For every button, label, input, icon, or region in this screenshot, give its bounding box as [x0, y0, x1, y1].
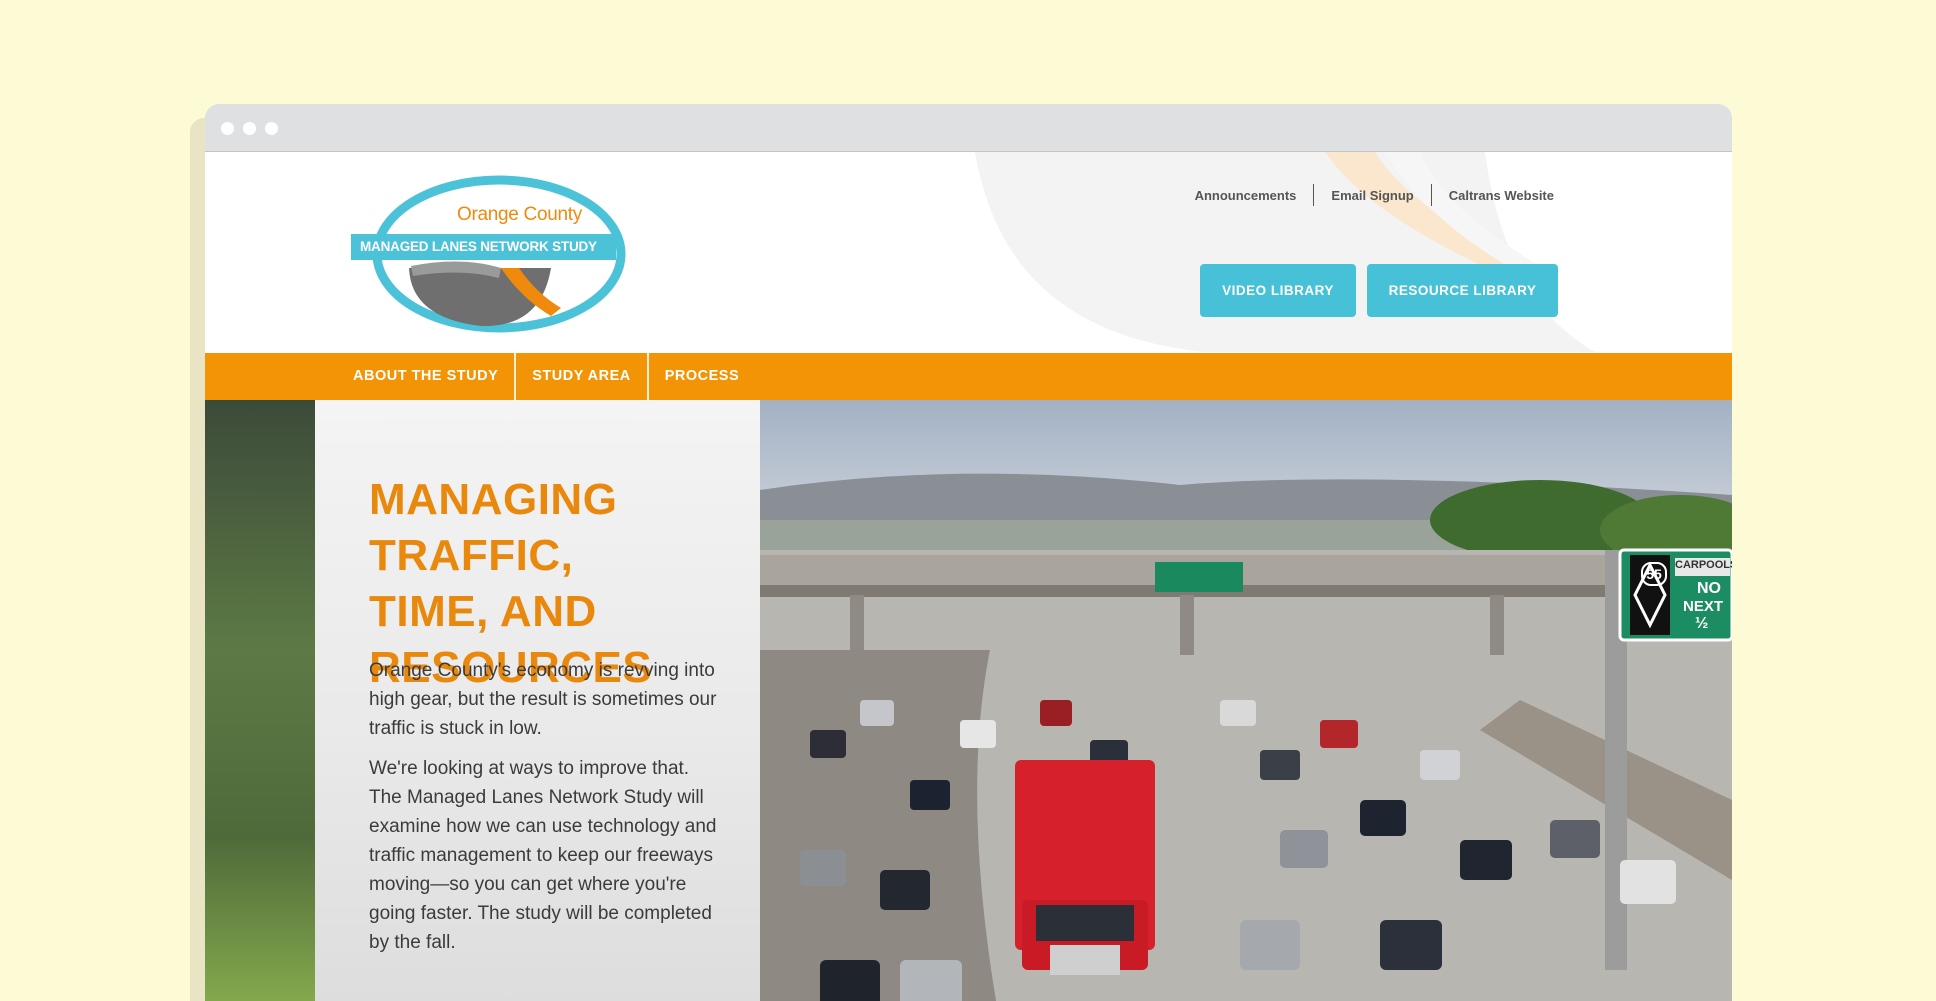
site-header: Orange County MANAGED LANES NETWORK STUD…: [205, 152, 1732, 352]
video-library-button[interactable]: VIDEO LIBRARY: [1200, 264, 1356, 317]
window-dot-icon[interactable]: [265, 122, 278, 135]
carpools-sign-label: CARPOOLS: [1675, 559, 1732, 571]
site-logo[interactable]: Orange County MANAGED LANES NETWORK STUD…: [351, 168, 626, 333]
caltrans-website-link[interactable]: Caltrans Website: [1432, 188, 1554, 203]
window-dot-icon[interactable]: [221, 122, 234, 135]
nav-divider: [514, 353, 517, 400]
browser-window: Orange County MANAGED LANES NETWORK STUD…: [205, 104, 1732, 1001]
logo-title: Orange County: [457, 204, 582, 225]
hero-section: MANAGING TRAFFIC, TIME, AND RESOURCES Or…: [205, 400, 1732, 1001]
main-nav: ABOUT THE STUDY STUDY AREA PROCESS: [205, 353, 1732, 400]
logo-subtitle-band: MANAGED LANES NETWORK STUDY: [351, 234, 616, 260]
nav-process[interactable]: PROCESS: [649, 353, 755, 400]
window-dot-icon[interactable]: [243, 122, 256, 135]
route-shield: 55: [1641, 562, 1667, 586]
hero-paragraph-intro: Orange County's economy is revving into …: [369, 660, 717, 739]
freeway-traffic-photo: [760, 400, 1732, 1001]
resource-library-button[interactable]: RESOURCE LIBRARY: [1367, 264, 1558, 317]
hero-paragraph-details: We're looking at ways to improve that. T…: [369, 758, 717, 953]
announcements-link[interactable]: Announcements: [1178, 188, 1314, 203]
nav-study-area[interactable]: STUDY AREA: [516, 353, 646, 400]
nav-divider: [646, 353, 649, 400]
sign-next: NEXT: [1683, 598, 1724, 615]
nav-about-the-study[interactable]: ABOUT THE STUDY: [353, 353, 514, 400]
email-signup-link[interactable]: Email Signup: [1314, 188, 1430, 203]
utility-links: Announcements Email Signup Caltrans Webs…: [1178, 184, 1554, 206]
sign-no: NO: [1697, 580, 1721, 597]
browser-chrome: [205, 104, 1732, 152]
hero-title-line: TIME, AND: [369, 587, 597, 636]
hero-title-line: MANAGING TRAFFIC,: [369, 475, 618, 580]
sign-half: ½: [1695, 615, 1709, 632]
hero-foliage-image: [205, 400, 315, 1001]
